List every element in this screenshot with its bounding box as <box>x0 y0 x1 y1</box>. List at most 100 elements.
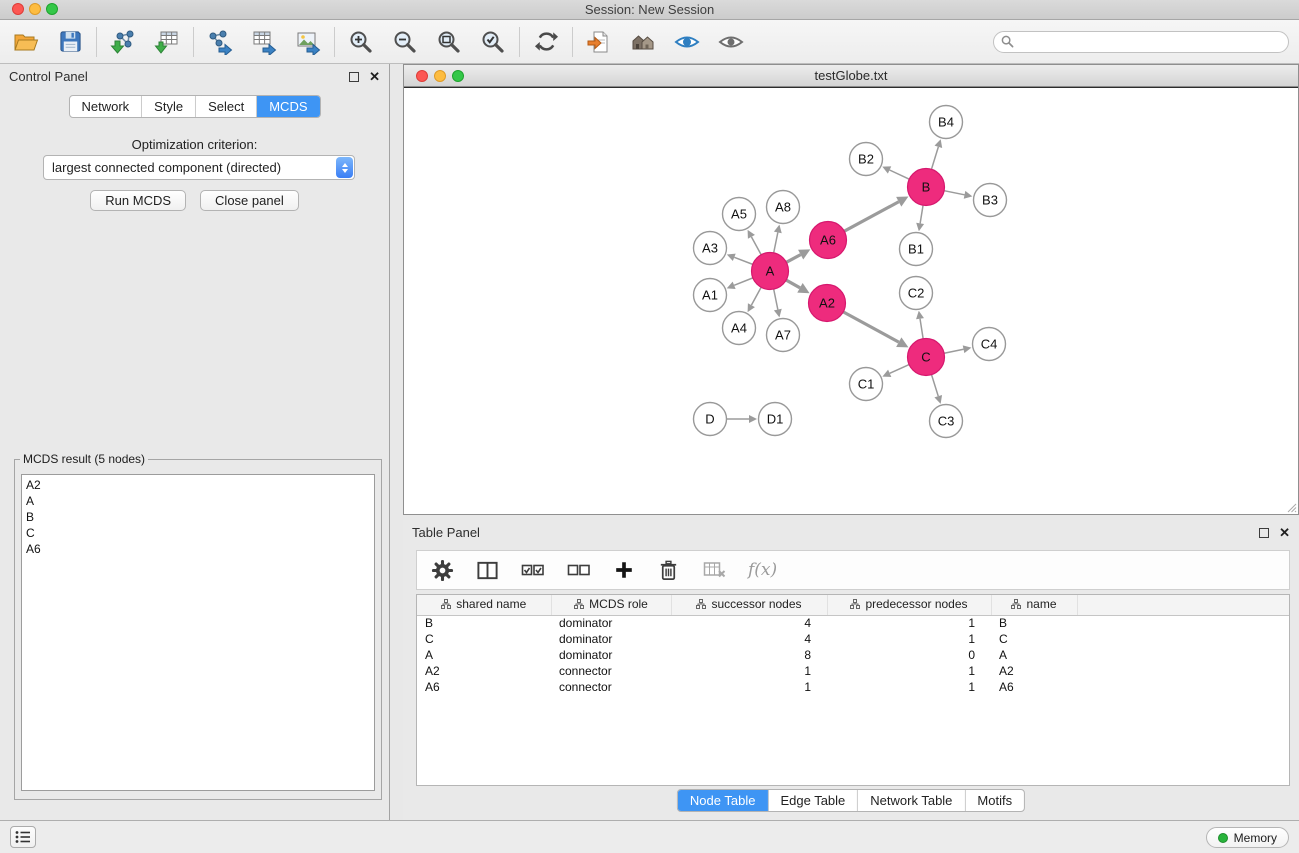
document-arrow-icon[interactable] <box>585 28 613 56</box>
gear-icon[interactable] <box>431 559 454 582</box>
graph-edge-A-A8[interactable] <box>774 232 778 252</box>
close-panel-icon[interactable]: ✕ <box>369 70 380 83</box>
tab-select[interactable]: Select <box>196 96 257 117</box>
graph-node-C[interactable]: C <box>908 339 945 376</box>
float-panel-icon[interactable] <box>349 72 359 82</box>
eye-gray-icon[interactable] <box>717 28 745 56</box>
delete-table-icon[interactable] <box>702 558 726 582</box>
zoom-fit-icon[interactable] <box>435 28 463 56</box>
run-mcds-button[interactable]: Run MCDS <box>90 190 186 211</box>
table-row[interactable]: A6connector11A6 <box>417 679 1289 695</box>
graph-node-C1[interactable]: C1 <box>850 368 883 401</box>
graph-node-A8[interactable]: A8 <box>767 191 800 224</box>
graph-edge-B-B2[interactable] <box>890 170 910 179</box>
tab-style[interactable]: Style <box>142 96 196 117</box>
add-icon[interactable] <box>613 559 635 581</box>
table-row[interactable]: A2connector11A2 <box>417 663 1289 679</box>
graph-edge-A-A4[interactable] <box>751 287 761 305</box>
table-row[interactable]: Adominator80A <box>417 647 1289 663</box>
graph-node-A2[interactable]: A2 <box>809 285 846 322</box>
graph-edge-A-A7[interactable] <box>774 289 778 309</box>
result-item[interactable]: A2 <box>22 477 374 493</box>
graph-node-A1[interactable]: A1 <box>694 279 727 312</box>
task-history-button[interactable] <box>10 826 36 848</box>
graph-edge-C-C1[interactable] <box>890 365 909 374</box>
graph-node-C4[interactable]: C4 <box>973 328 1006 361</box>
graph-edge-C-C3[interactable] <box>932 375 939 397</box>
graph-node-B2[interactable]: B2 <box>850 143 883 176</box>
result-item[interactable]: B <box>22 509 374 525</box>
result-item[interactable]: A <box>22 493 374 509</box>
graph-node-B1[interactable]: B1 <box>900 233 933 266</box>
graph-edge-C-C2[interactable] <box>920 319 923 339</box>
graph-node-A6[interactable]: A6 <box>810 222 847 259</box>
import-table-icon[interactable] <box>153 28 181 56</box>
tab-network[interactable]: Network <box>69 96 142 117</box>
criterion-select[interactable]: largest connected component (directed) <box>43 155 355 180</box>
save-session-icon[interactable] <box>56 28 84 56</box>
column-header-name[interactable]: name <box>991 595 1077 615</box>
eye-blue-icon[interactable] <box>673 28 701 56</box>
graph-node-A[interactable]: A <box>752 253 789 290</box>
graph-edge-A-A1[interactable] <box>734 278 753 285</box>
column-header-shared-name[interactable]: shared name <box>417 595 551 615</box>
table-row[interactable]: Bdominator41B <box>417 615 1289 631</box>
tab-network-table[interactable]: Network Table <box>858 790 965 811</box>
mcds-result-list[interactable]: A2ABCA6 <box>21 474 375 791</box>
graph-node-A3[interactable]: A3 <box>694 232 727 265</box>
zoom-out-icon[interactable] <box>391 28 419 56</box>
graph-node-C2[interactable]: C2 <box>900 277 933 310</box>
tab-mcds[interactable]: MCDS <box>257 96 319 117</box>
graph-node-A4[interactable]: A4 <box>723 312 756 345</box>
export-table-icon[interactable] <box>250 28 278 56</box>
zoom-selected-icon[interactable] <box>479 28 507 56</box>
graph-edge-B-B4[interactable] <box>931 147 938 169</box>
graph-edge-B-B3[interactable] <box>944 191 964 195</box>
search-box[interactable] <box>993 31 1289 53</box>
graph-edge-A-A5[interactable] <box>751 237 761 255</box>
close-panel-button[interactable]: Close panel <box>200 190 299 211</box>
result-item[interactable]: A6 <box>22 541 374 557</box>
graph-node-C3[interactable]: C3 <box>930 405 963 438</box>
network-svg[interactable]: B4 B2 B B3 A8 A5 A6 B1 A3 A A1 C2 A2 A4 A7 C4 C C1 C3 D D1 <box>404 88 1298 515</box>
zoom-in-icon[interactable] <box>347 28 375 56</box>
import-network-icon[interactable] <box>109 28 137 56</box>
column-header-successor-nodes[interactable]: successor nodes <box>671 595 827 615</box>
graph-edge-A2-C[interactable] <box>843 312 899 342</box>
tab-edge-table[interactable]: Edge Table <box>768 790 858 811</box>
graph-node-B[interactable]: B <box>908 169 945 206</box>
float-table-panel-icon[interactable] <box>1259 528 1269 538</box>
search-input[interactable] <box>1014 35 1288 49</box>
graph-edge-B-B1[interactable] <box>920 205 923 223</box>
graph-node-D1[interactable]: D1 <box>759 403 792 436</box>
column-header-predecessor-nodes[interactable]: predecessor nodes <box>827 595 991 615</box>
export-network-icon[interactable] <box>206 28 234 56</box>
graph-node-A5[interactable]: A5 <box>723 198 756 231</box>
graph-edge-A-A3[interactable] <box>734 257 752 264</box>
deselect-all-icon[interactable] <box>567 558 591 582</box>
network-window-titlebar[interactable]: testGlobe.txt <box>404 65 1298 87</box>
graph-node-B3[interactable]: B3 <box>974 184 1007 217</box>
column-header-mcds-role[interactable]: MCDS role <box>551 595 671 615</box>
refresh-icon[interactable] <box>532 28 560 56</box>
tab-node-table[interactable]: Node Table <box>678 790 769 811</box>
graph-node-B4[interactable]: B4 <box>930 106 963 139</box>
graph-node-D[interactable]: D <box>694 403 727 436</box>
fx-icon[interactable]: f(x) <box>748 560 777 580</box>
table-row[interactable]: Cdominator41C <box>417 631 1289 647</box>
graph-edge-C-C4[interactable] <box>944 349 963 353</box>
graph-node-A7[interactable]: A7 <box>767 319 800 352</box>
open-session-icon[interactable] <box>12 28 40 56</box>
trash-icon[interactable] <box>657 559 680 582</box>
close-table-panel-icon[interactable]: ✕ <box>1279 526 1290 539</box>
tab-motifs[interactable]: Motifs <box>965 790 1024 811</box>
export-image-icon[interactable] <box>294 28 322 56</box>
memory-button[interactable]: Memory <box>1206 827 1289 848</box>
resize-grip-icon[interactable] <box>1286 502 1297 513</box>
graph-edge-A6-B[interactable] <box>844 202 898 231</box>
columns-icon[interactable] <box>476 559 499 582</box>
graph-edge-A-A6[interactable] <box>786 255 800 263</box>
select-all-icon[interactable] <box>521 558 545 582</box>
graph-edge-A-A2[interactable] <box>786 280 800 288</box>
network-canvas[interactable]: B4 B2 B B3 A8 A5 A6 B1 A3 A A1 C2 A2 A4 A7 C4 C C1 C3 D D1 <box>404 87 1298 514</box>
